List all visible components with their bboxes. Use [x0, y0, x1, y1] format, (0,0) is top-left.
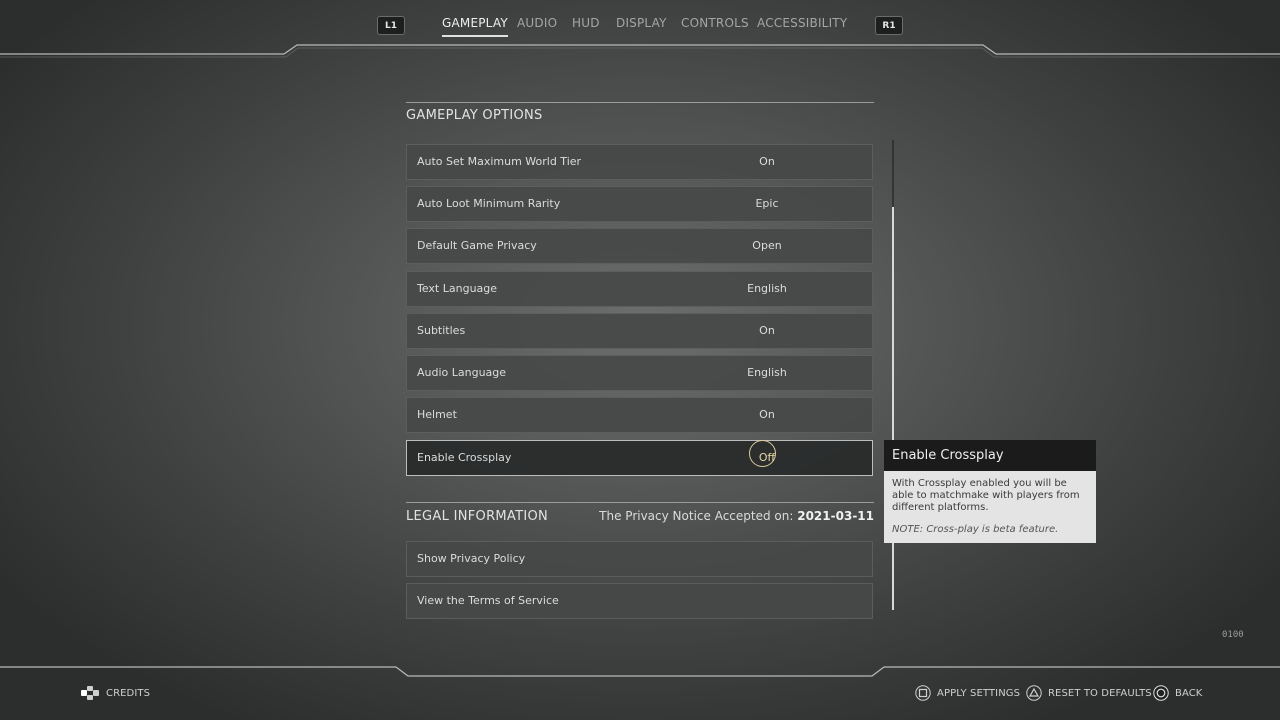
option-value: English	[747, 282, 787, 295]
option-auto-loot-min-rarity[interactable]: Auto Loot Minimum Rarity Epic	[406, 186, 873, 222]
view-terms-of-service-button[interactable]: View the Terms of Service	[406, 583, 873, 619]
apply-settings-label: APPLY SETTINGS	[937, 687, 1021, 699]
version-label: 0100	[1222, 630, 1244, 640]
r1-bumper-icon[interactable]: R1	[875, 16, 903, 35]
option-helmet[interactable]: Helmet On	[406, 397, 873, 433]
tooltip-body: With Crossplay enabled you will be able …	[884, 471, 1096, 543]
show-privacy-policy-button[interactable]: Show Privacy Policy	[406, 541, 873, 577]
option-label: Enable Crossplay	[417, 451, 512, 464]
option-label: Helmet	[417, 408, 457, 421]
top-navigation: L1 GAMEPLAY AUDIO HUD DISPLAY CONTROLS A…	[0, 12, 1280, 38]
option-label: Auto Set Maximum World Tier	[417, 155, 582, 168]
tab-display[interactable]: DISPLAY	[616, 16, 667, 30]
scrollbar-thumb[interactable]	[892, 207, 894, 610]
tab-controls[interactable]: CONTROLS	[681, 16, 749, 30]
dpad-icon	[81, 686, 99, 700]
tooltip-title: Enable Crossplay	[884, 440, 1096, 471]
tab-hud[interactable]: HUD	[572, 16, 600, 30]
option-label: Default Game Privacy	[417, 239, 537, 252]
tooltip-note: NOTE: Cross-play is beta feature.	[892, 524, 1059, 535]
credits-label: CREDITS	[106, 687, 151, 699]
option-value: Off	[758, 451, 776, 464]
option-value: On	[759, 408, 775, 421]
legal-information-title: LEGAL INFORMATION	[406, 509, 549, 524]
option-value: On	[759, 324, 775, 337]
tab-bar: GAMEPLAY AUDIO HUD DISPLAY CONTROLS ACCE…	[0, 16, 1280, 37]
tooltip-description: With Crossplay enabled you will be able …	[892, 478, 1080, 513]
tab-gameplay[interactable]: GAMEPLAY	[442, 16, 508, 37]
tab-audio[interactable]: AUDIO	[517, 16, 557, 30]
option-text-language[interactable]: Text Language English	[406, 271, 873, 307]
option-label: Text Language	[417, 282, 498, 295]
option-audio-language[interactable]: Audio Language English	[406, 355, 873, 391]
circle-button-icon	[1153, 685, 1169, 701]
section-divider	[406, 102, 874, 103]
apply-settings-button[interactable]: APPLY SETTINGS	[915, 685, 1020, 701]
credits-button[interactable]: CREDITS	[80, 685, 150, 701]
option-enable-crossplay[interactable]: Enable Crossplay Off	[406, 440, 873, 476]
option-value: English	[747, 366, 787, 379]
section-divider	[406, 502, 874, 503]
option-value: Open	[752, 239, 782, 252]
back-button[interactable]: BACK	[1153, 685, 1202, 701]
reset-to-defaults-label: RESET TO DEFAULTS	[1048, 687, 1152, 699]
option-label: Audio Language	[417, 366, 507, 379]
option-value: On	[759, 155, 775, 168]
settings-screen: L1 GAMEPLAY AUDIO HUD DISPLAY CONTROLS A…	[0, 0, 1280, 720]
square-button-icon	[915, 685, 931, 701]
option-subtitles[interactable]: Subtitles On	[406, 313, 873, 349]
privacy-notice-date: 2021-03-11	[797, 509, 874, 523]
tooltip: Enable Crossplay With Crossplay enabled …	[884, 440, 1096, 543]
option-value: Epic	[755, 197, 779, 210]
privacy-notice-prefix: The Privacy Notice Accepted on:	[599, 509, 794, 523]
tab-accessibility[interactable]: ACCESSIBILITY	[757, 16, 847, 30]
option-label: Auto Loot Minimum Rarity	[417, 197, 561, 210]
back-label: BACK	[1175, 687, 1203, 699]
gameplay-options-title: GAMEPLAY OPTIONS	[406, 108, 543, 123]
reset-to-defaults-button[interactable]: RESET TO DEFAULTS	[1026, 685, 1152, 701]
option-label: Subtitles	[417, 324, 466, 337]
option-default-game-privacy[interactable]: Default Game Privacy Open	[406, 228, 873, 264]
privacy-notice: The Privacy Notice Accepted on: 2021-03-…	[599, 509, 874, 523]
option-label: Show Privacy Policy	[417, 552, 526, 565]
option-label: View the Terms of Service	[417, 594, 559, 607]
triangle-button-icon	[1026, 685, 1042, 701]
option-auto-set-max-world-tier[interactable]: Auto Set Maximum World Tier On	[406, 144, 873, 180]
